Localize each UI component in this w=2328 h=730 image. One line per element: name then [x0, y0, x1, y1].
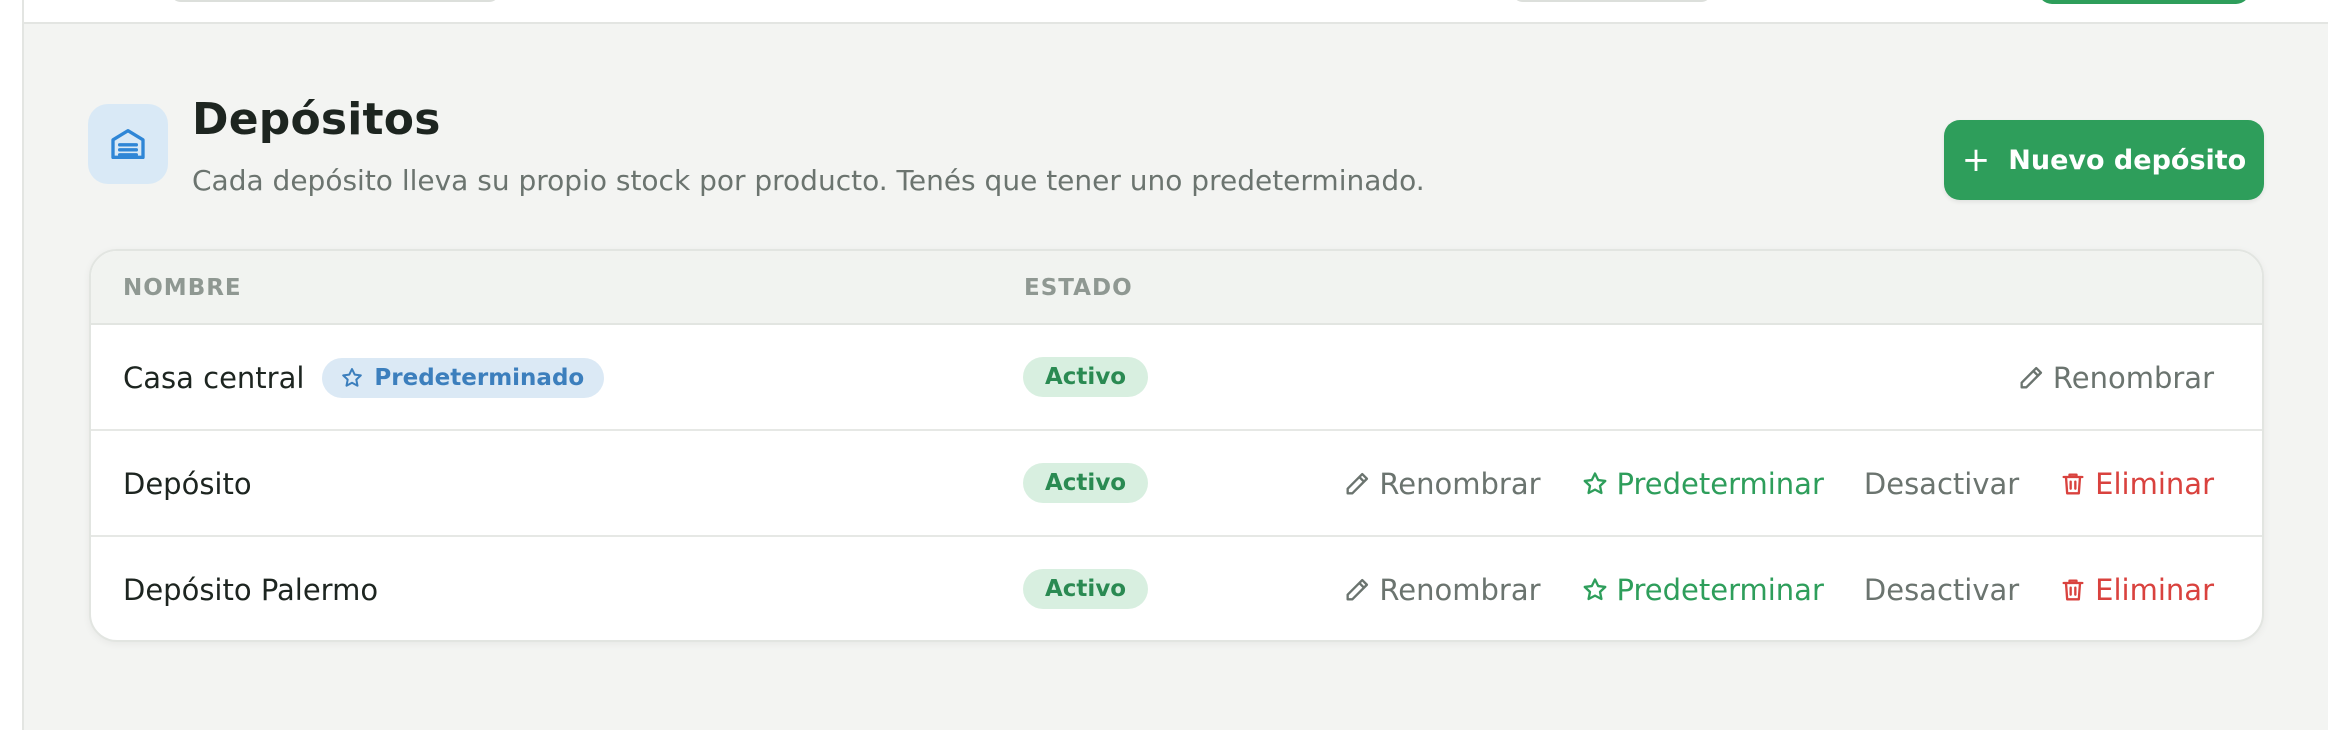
table-row: Depósito Activo Renombrar Predeterminar …	[91, 431, 2262, 537]
set-default-label: Predeterminar	[1616, 573, 1824, 607]
warehouse-icon	[88, 104, 168, 184]
default-badge-label: Predeterminado	[374, 365, 585, 391]
warehouse-name-cell: Casa central Predeterminado	[123, 325, 605, 431]
set-default-button[interactable]: Predeterminar	[1581, 467, 1824, 501]
new-warehouse-button[interactable]: + Nuevo depósito	[1944, 120, 2264, 200]
row-actions: Renombrar Predeterminar Desactivar Elimi…	[1343, 537, 2214, 640]
delete-label: Eliminar	[2095, 467, 2214, 501]
topbar-action-button[interactable]	[2038, 0, 2250, 4]
column-header-status: ESTADO	[1024, 275, 1133, 301]
status-badge: Activo	[1023, 357, 1149, 397]
rename-button[interactable]: Renombrar	[1343, 467, 1541, 501]
page-subtitle: Cada depósito lleva su propio stock por …	[192, 164, 1425, 197]
set-default-label: Predeterminar	[1616, 467, 1824, 501]
default-badge: Predeterminado	[322, 358, 605, 398]
trash-icon	[2062, 473, 2084, 495]
status-badge: Activo	[1023, 569, 1149, 609]
top-bar	[24, 0, 2328, 24]
pencil-icon	[2020, 366, 2042, 389]
new-warehouse-button-label: Nuevo depósito	[2008, 144, 2247, 176]
table-row: Casa central Predeterminado Activo Renom…	[91, 325, 2262, 431]
warehouse-name: Depósito	[123, 467, 252, 501]
delete-button[interactable]: Eliminar	[2059, 573, 2214, 607]
star-icon	[342, 368, 363, 387]
search-input[interactable]	[170, 0, 500, 2]
star-icon	[1583, 472, 1606, 495]
column-header-name: NOMBRE	[123, 275, 242, 301]
status-badge: Activo	[1023, 463, 1149, 503]
page-header: Depósitos Cada depósito lleva su propio …	[88, 90, 2264, 210]
rename-label: Renombrar	[1379, 573, 1541, 607]
table-row: Depósito Palermo Activo Renombrar Predet…	[91, 537, 2262, 640]
set-default-button[interactable]: Predeterminar	[1581, 573, 1824, 607]
plus-icon: +	[1961, 140, 1991, 180]
delete-label: Eliminar	[2095, 573, 2214, 607]
rename-label: Renombrar	[2052, 361, 2214, 395]
warehouses-table: NOMBRE ESTADO Casa central Predeterminad…	[89, 249, 2264, 642]
table-header: NOMBRE ESTADO	[91, 251, 2262, 325]
warehouse-name: Depósito Palermo	[123, 573, 379, 607]
row-actions: Renombrar Predeterminar Desactivar Elimi…	[1343, 431, 2214, 537]
pencil-icon	[1346, 578, 1369, 601]
warehouse-name: Casa central	[123, 361, 305, 395]
star-icon	[1583, 578, 1606, 601]
delete-button[interactable]: Eliminar	[2059, 467, 2214, 501]
left-sidebar-edge	[0, 0, 24, 730]
page-title: Depósitos	[192, 94, 441, 145]
pencil-icon	[1346, 472, 1369, 495]
rename-button[interactable]: Renombrar	[2017, 361, 2214, 395]
rename-label: Renombrar	[1379, 467, 1541, 501]
warehouse-name-cell: Depósito Palermo	[123, 537, 379, 640]
topbar-select[interactable]	[1512, 0, 1712, 2]
warehouse-name-cell: Depósito	[123, 431, 252, 537]
deactivate-button[interactable]: Desactivar	[1864, 467, 2019, 501]
trash-icon	[2062, 579, 2084, 601]
rename-button[interactable]: Renombrar	[1343, 573, 1541, 607]
deactivate-button[interactable]: Desactivar	[1864, 573, 2019, 607]
row-actions: Renombrar	[2017, 325, 2214, 431]
